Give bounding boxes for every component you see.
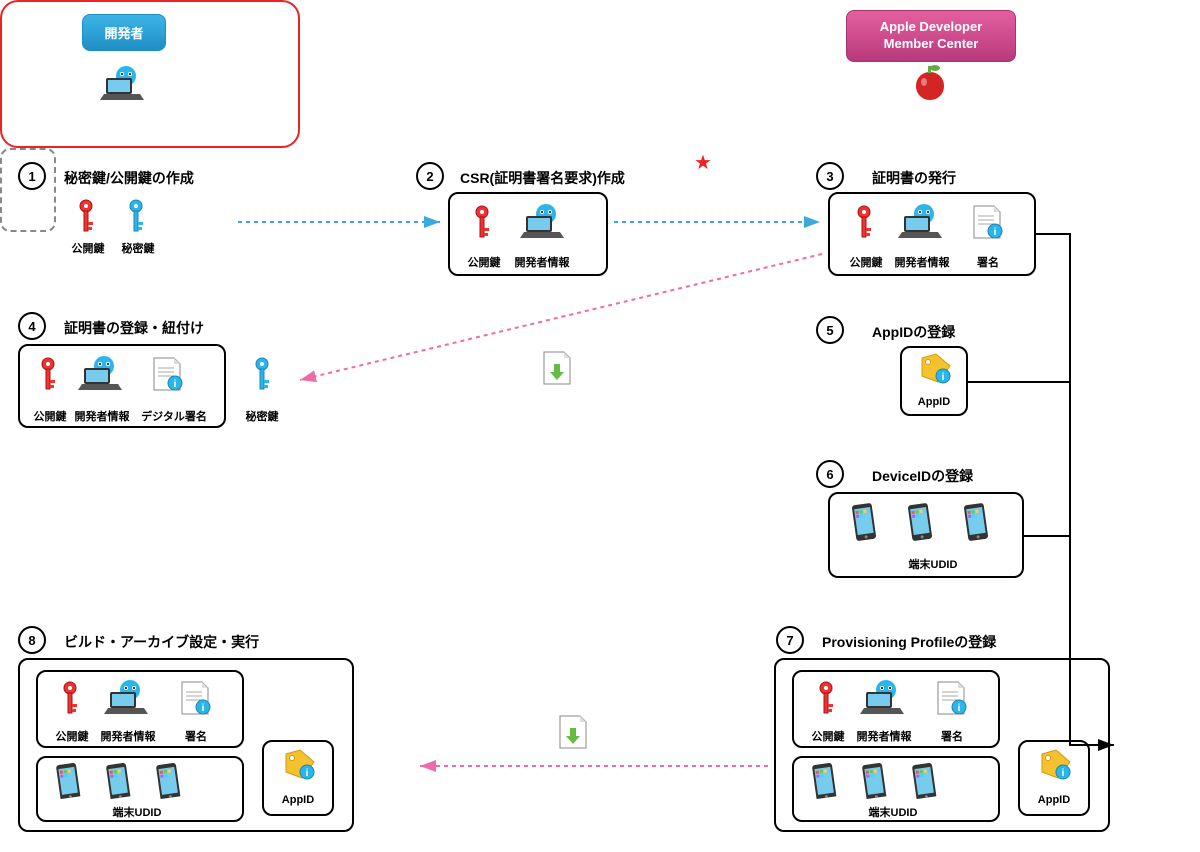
appid-icon-7 — [1036, 748, 1072, 782]
badge-developer: 開発者 — [82, 14, 166, 51]
phone-icon-8a — [52, 760, 83, 799]
step-8-title: ビルド・アーカイブ設定・実行 — [64, 632, 259, 652]
label-udid-8: 端末UDID — [102, 804, 172, 820]
privkey-icon-4 — [250, 356, 274, 392]
step-6-num: 6 — [816, 460, 844, 488]
phone-icon-6a — [847, 500, 880, 544]
label-devinfo-2: 開発者情報 — [512, 254, 572, 270]
label-dsig-4: デジタル署名 — [138, 408, 210, 424]
signature-icon-3 — [970, 204, 1004, 242]
step-4-num: 4 — [18, 312, 46, 340]
step-1-num: 1 — [18, 162, 46, 190]
appid-icon-8 — [280, 748, 316, 782]
label-pubkey-2: 公開鍵 — [454, 254, 514, 270]
step-3-num: 3 — [816, 162, 844, 190]
step-7-num: 7 — [776, 626, 804, 654]
step-8-num: 8 — [18, 626, 46, 654]
step-7-title: Provisioning Profileの登録 — [822, 632, 996, 652]
step-4-title: 証明書の登録・紐付け — [64, 318, 204, 338]
devinfo-icon-4 — [78, 354, 128, 396]
step-4-privkey-box — [0, 148, 56, 232]
label-sig-7: 署名 — [922, 728, 982, 744]
label-devinfo-3: 開発者情報 — [892, 254, 952, 270]
step-2-title: CSR(証明書署名要求)作成 — [460, 168, 625, 188]
pubkey-icon-7 — [814, 680, 838, 716]
step-1-title: 秘密鍵/公開鍵の作成 — [64, 168, 194, 188]
badge-apple-dev-center: Apple Developer Member Center — [846, 10, 1016, 62]
private-key-icon — [124, 198, 148, 234]
public-key-icon — [74, 198, 98, 234]
phone-icon-7a — [808, 760, 839, 799]
label-sig-8: 署名 — [166, 728, 226, 744]
pubkey-icon-3 — [852, 204, 876, 240]
label-sig-3: 署名 — [958, 254, 1018, 270]
download-doc-icon-lower — [556, 714, 590, 752]
phone-icon-7b — [858, 760, 889, 799]
label-appid-8: AppID — [268, 794, 328, 806]
pubkey-icon-2 — [470, 204, 494, 240]
label-privkey-4: 秘密鍵 — [232, 408, 292, 424]
devinfo-icon-7 — [860, 678, 910, 720]
label-devinfo-7: 開発者情報 — [854, 728, 914, 744]
download-doc-icon-upper — [540, 350, 574, 388]
label-devinfo-8: 開発者情報 — [98, 728, 158, 744]
sig-icon-8 — [178, 680, 212, 718]
dsig-icon-4 — [150, 356, 184, 394]
label-pubkey-8: 公開鍵 — [42, 728, 102, 744]
label-pubkey-4: 公開鍵 — [20, 408, 80, 424]
phone-icon-8b — [102, 760, 133, 799]
sig-icon-7 — [934, 680, 968, 718]
step-5-num: 5 — [816, 316, 844, 344]
devinfo-icon-8 — [104, 678, 154, 720]
appid-icon-5 — [916, 352, 952, 386]
devinfo-icon-2 — [520, 202, 570, 244]
phone-icon-7c — [908, 760, 939, 799]
label-privkey-1: 秘密鍵 — [108, 240, 168, 256]
pubkey-icon-4 — [36, 356, 60, 392]
step-3-title: 証明書の発行 — [872, 168, 956, 188]
developer-avatar-icon — [100, 64, 150, 106]
star-icon: ★ — [694, 150, 712, 175]
label-pubkey-3: 公開鍵 — [836, 254, 896, 270]
pubkey-icon-8 — [58, 680, 82, 716]
apple-icon — [914, 62, 948, 102]
devinfo-icon-3 — [898, 202, 948, 244]
label-udid-7: 端末UDID — [858, 804, 928, 820]
phone-icon-8c — [152, 760, 183, 799]
label-pubkey-7: 公開鍵 — [798, 728, 858, 744]
phone-icon-6c — [959, 500, 992, 544]
step-2-num: 2 — [416, 162, 444, 190]
label-appid-7: AppID — [1024, 794, 1084, 806]
label-appid-5: AppID — [904, 396, 964, 408]
label-devinfo-4: 開発者情報 — [72, 408, 132, 424]
step-5-title: AppIDの登録 — [872, 322, 955, 342]
phone-icon-6b — [903, 500, 936, 544]
label-udid-6: 端末UDID — [898, 556, 968, 572]
step-6-title: DeviceIDの登録 — [872, 466, 973, 486]
